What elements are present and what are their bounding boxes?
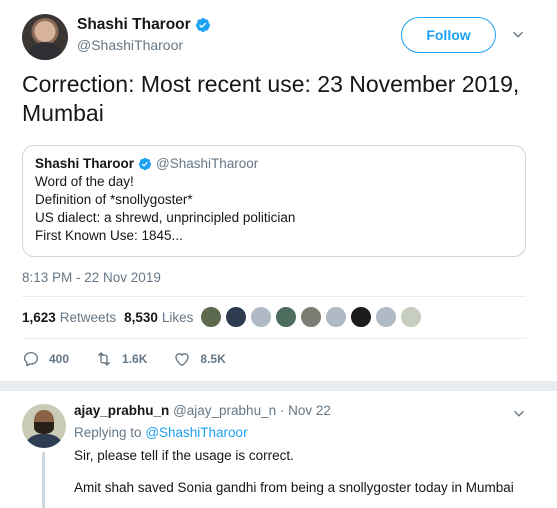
likes-count[interactable]: 8,530 bbox=[124, 310, 158, 325]
retweet-icon bbox=[98, 352, 110, 366]
retweet-action[interactable]: 1.6K bbox=[95, 350, 147, 368]
reply-body: ajay_prabhu_n @ajay_prabhu_n · Nov 22 Re… bbox=[74, 402, 534, 497]
reply-count: 400 bbox=[49, 352, 70, 366]
follow-button[interactable]: Follow bbox=[401, 17, 496, 53]
quoted-line: Definition of *snollygoster* bbox=[35, 192, 193, 207]
liker-avatar[interactable] bbox=[400, 306, 422, 328]
divider bbox=[22, 296, 526, 297]
like-count: 8.5K bbox=[200, 352, 226, 366]
quoted-line: Word of the day! bbox=[35, 174, 134, 189]
reply-author-name[interactable]: ajay_prabhu_n bbox=[74, 403, 169, 418]
author-handle[interactable]: @ShashiTharoor bbox=[77, 37, 211, 53]
reply-action[interactable]: 400 bbox=[22, 350, 69, 368]
tweet-stats: 1,623 Retweets 8,530 Likes bbox=[22, 310, 201, 325]
quoted-line: US dialect: a shrewd, unprincipled polit… bbox=[35, 210, 296, 225]
likes-label[interactable]: Likes bbox=[162, 310, 194, 325]
reply-text-line: Amit shah saved Sonia gandhi from being … bbox=[74, 480, 514, 495]
reply-author-handle[interactable]: @ajay_prabhu_n bbox=[173, 403, 276, 418]
chevron-down-icon[interactable] bbox=[512, 407, 526, 421]
liker-avatar[interactable] bbox=[350, 306, 372, 328]
reply-text-line: Sir, please tell if the usage is correct… bbox=[74, 448, 294, 463]
verified-badge-icon bbox=[138, 157, 152, 170]
quoted-tweet-text: Word of the day! Definition of *snollygo… bbox=[35, 173, 513, 245]
verified-badge-icon bbox=[195, 18, 210, 32]
quoted-tweet-card[interactable]: Shashi Tharoor @ShashiTharoor Word of th… bbox=[22, 145, 526, 257]
reply-icon bbox=[23, 351, 39, 367]
tweet-header: Shashi Tharoor @ShashiTharoor Follow bbox=[22, 14, 557, 60]
author-name[interactable]: Shashi Tharoor bbox=[77, 16, 191, 34]
author-display-name[interactable]: Shashi Tharoor bbox=[77, 16, 211, 34]
retweets-label[interactable]: Retweets bbox=[60, 310, 116, 325]
chevron-down-icon[interactable] bbox=[511, 28, 525, 42]
reply-header: ajay_prabhu_n @ajay_prabhu_n · Nov 22 bbox=[74, 402, 534, 420]
like-heart-icon bbox=[175, 353, 190, 367]
liker-avatar[interactable] bbox=[200, 306, 222, 328]
author-avatar[interactable] bbox=[22, 14, 68, 60]
retweets-count[interactable]: 1,623 bbox=[22, 310, 56, 325]
liker-avatar[interactable] bbox=[375, 306, 397, 328]
tweet-text: Correction: Most recent use: 23 November… bbox=[22, 71, 520, 126]
liker-avatars bbox=[200, 306, 425, 328]
tweet-timestamp[interactable]: 8:13 PM - 22 Nov 2019 bbox=[22, 270, 161, 285]
author-name-block: Shashi Tharoor @ShashiTharoor bbox=[77, 16, 211, 53]
replying-prefix: Replying to bbox=[74, 425, 142, 440]
quoted-author-name: Shashi Tharoor bbox=[35, 156, 135, 171]
like-action[interactable]: 8.5K bbox=[173, 350, 226, 368]
liker-avatar[interactable] bbox=[225, 306, 247, 328]
quoted-tweet-header: Shashi Tharoor @ShashiTharoor bbox=[35, 156, 513, 171]
retweet-count: 1.6K bbox=[122, 352, 148, 366]
tweet-actions: 400 1.6K 8.5K bbox=[22, 350, 252, 368]
thread-separator bbox=[0, 381, 557, 391]
liker-avatar[interactable] bbox=[275, 306, 297, 328]
reply-author-avatar[interactable] bbox=[22, 404, 66, 448]
liker-avatar[interactable] bbox=[250, 306, 272, 328]
liker-avatar[interactable] bbox=[300, 306, 322, 328]
divider bbox=[22, 338, 526, 339]
replying-to-link[interactable]: @ShashiTharoor bbox=[145, 425, 247, 440]
thread-line bbox=[42, 452, 45, 508]
quoted-line: First Known Use: 1845... bbox=[35, 228, 183, 243]
replying-to: Replying to @ShashiTharoor bbox=[74, 424, 534, 442]
reply-date[interactable]: · Nov 22 bbox=[280, 403, 331, 418]
quoted-author-handle: @ShashiTharoor bbox=[156, 156, 259, 171]
liker-avatar[interactable] bbox=[325, 306, 347, 328]
